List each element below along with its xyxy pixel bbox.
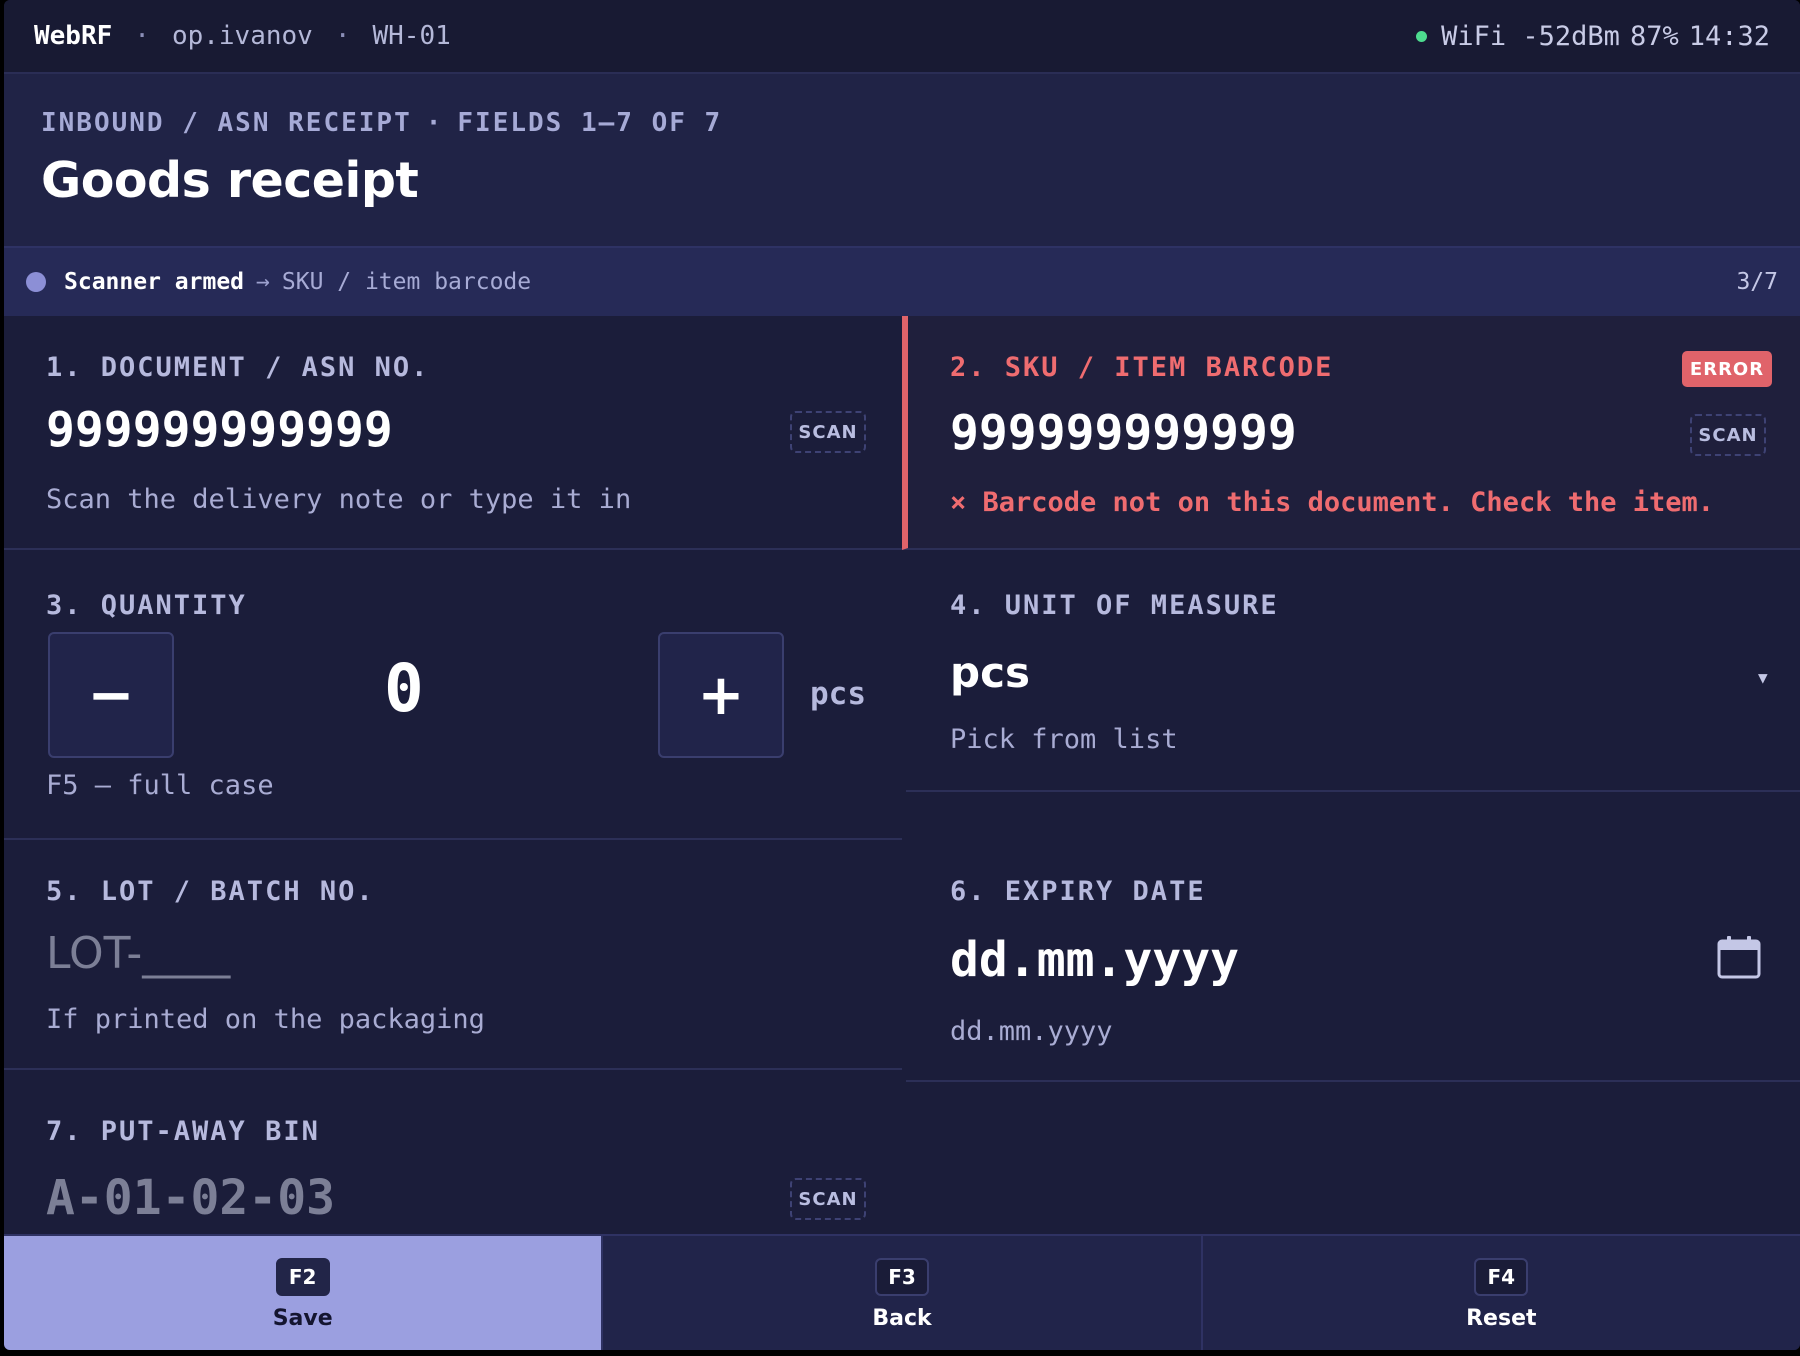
field-unit-of-measure[interactable]: 4. UNIT OF MEASURE pcs ▼ Pick from list bbox=[906, 550, 1800, 792]
app-name: WebRF bbox=[34, 21, 113, 51]
bin-input[interactable]: A-01-02-03 bbox=[46, 1170, 335, 1226]
lot-input[interactable]: LOT-____ bbox=[46, 928, 230, 979]
sku-barcode-input[interactable]: 999999999999 bbox=[950, 405, 1297, 461]
chevron-down-icon[interactable]: ▼ bbox=[1758, 668, 1768, 687]
scanner-indicator-icon bbox=[26, 272, 46, 292]
reset-button[interactable]: F4 Reset bbox=[1202, 1236, 1800, 1350]
field-put-away-bin[interactable]: 7. PUT-AWAY BIN A-01-02-03 SCAN bbox=[4, 1070, 902, 1236]
calendar-icon[interactable] bbox=[1716, 934, 1762, 980]
separator-dot: · bbox=[334, 21, 351, 51]
wifi-signal: WiFi -52dBm bbox=[1441, 20, 1620, 52]
reset-label: Reset bbox=[1466, 1305, 1537, 1331]
error-message: × Barcode not on this document. Check th… bbox=[950, 487, 1715, 518]
page-title: Goods receipt bbox=[41, 152, 419, 209]
scanner-state: Scanner armed bbox=[64, 269, 245, 295]
save-button[interactable]: F2 Save bbox=[4, 1236, 604, 1350]
scan-button[interactable]: SCAN bbox=[1690, 414, 1766, 456]
warehouse-code: WH-01 bbox=[372, 21, 451, 51]
uom-select[interactable]: pcs bbox=[950, 648, 1030, 697]
function-key-bar: F2 Save F3 Back F4 Reset bbox=[4, 1234, 1800, 1350]
field-document[interactable]: 1. DOCUMENT / ASN NO. 999999999999 SCAN … bbox=[4, 316, 902, 550]
back-button[interactable]: F3 Back bbox=[603, 1236, 1203, 1350]
field-hint: Pick from list bbox=[950, 724, 1178, 755]
wifi-status-icon bbox=[1416, 30, 1428, 42]
separator-dot: · bbox=[134, 21, 150, 51]
f4-key: F4 bbox=[1474, 1257, 1529, 1296]
field-hint: F5 — full case bbox=[46, 770, 274, 801]
field-hint: Scan the delivery note or type it in bbox=[46, 484, 632, 515]
increment-button[interactable]: + bbox=[658, 632, 784, 758]
field-label: 5. LOT / BATCH NO. bbox=[46, 876, 375, 907]
field-label: 4. UNIT OF MEASURE bbox=[950, 590, 1279, 621]
f3-key: F3 bbox=[874, 1257, 929, 1296]
scanner-status-bar: Scanner armed → SKU / item barcode 3/7 bbox=[4, 246, 1800, 316]
field-sku[interactable]: 2. SKU / ITEM BARCODE ERROR 999999999999… bbox=[902, 316, 1800, 550]
field-hint: dd.mm.yyyy bbox=[950, 1016, 1113, 1047]
quantity-value[interactable]: 0 bbox=[384, 650, 424, 727]
operator-name: op.ivanov bbox=[171, 21, 313, 51]
field-hint: If printed on the packaging bbox=[46, 1004, 485, 1035]
app-frame: WebRF · op.ivanov · WH-01 WiFi -52dBm 87… bbox=[4, 0, 1800, 1350]
field-progress: 3/7 bbox=[1736, 269, 1778, 295]
f2-key: F2 bbox=[275, 1257, 330, 1296]
arrow-icon: → bbox=[256, 269, 270, 295]
decrement-button[interactable]: − bbox=[48, 632, 174, 758]
field-label: 3. QUANTITY bbox=[46, 590, 247, 621]
document-number-input[interactable]: 999999999999 bbox=[46, 402, 393, 458]
back-label: Back bbox=[872, 1305, 932, 1331]
battery-level: 87% bbox=[1629, 20, 1679, 52]
expiry-date-input[interactable]: dd.mm.yyyy bbox=[950, 932, 1239, 988]
scan-button[interactable]: SCAN bbox=[790, 1178, 866, 1220]
error-badge: ERROR bbox=[1682, 351, 1772, 387]
status-bar: WebRF · op.ivanov · WH-01 WiFi -52dBm 87… bbox=[4, 0, 1800, 74]
quantity-unit: pcs bbox=[810, 676, 866, 712]
field-label: 6. EXPIRY DATE bbox=[950, 876, 1206, 907]
field-label: 7. PUT-AWAY BIN bbox=[46, 1116, 320, 1147]
breadcrumb: INBOUND / ASN RECEIPT · FIELDS 1–7 OF 7 bbox=[41, 108, 723, 138]
field-expiry-date[interactable]: 6. EXPIRY DATE dd.mm.yyyy dd.mm.yyyy bbox=[906, 792, 1800, 1082]
field-quantity: 3. QUANTITY − 0 + pcs F5 — full case bbox=[4, 550, 902, 840]
save-label: Save bbox=[272, 1305, 333, 1331]
scanner-target-field: SKU / item barcode bbox=[281, 269, 532, 295]
page-header: INBOUND / ASN RECEIPT · FIELDS 1–7 OF 7 Go… bbox=[4, 74, 1800, 246]
field-label: 2. SKU / ITEM BARCODE bbox=[950, 352, 1334, 383]
clock: 14:32 bbox=[1688, 20, 1770, 52]
scan-button[interactable]: SCAN bbox=[790, 411, 866, 453]
breadcrumb-fields: FIELDS 1–7 OF 7 bbox=[457, 108, 723, 138]
field-lot[interactable]: 5. LOT / BATCH NO. LOT-____ If printed o… bbox=[4, 840, 902, 1070]
field-label: 1. DOCUMENT / ASN NO. bbox=[46, 352, 430, 383]
breadcrumb-section: INBOUND / ASN RECEIPT bbox=[41, 108, 412, 138]
